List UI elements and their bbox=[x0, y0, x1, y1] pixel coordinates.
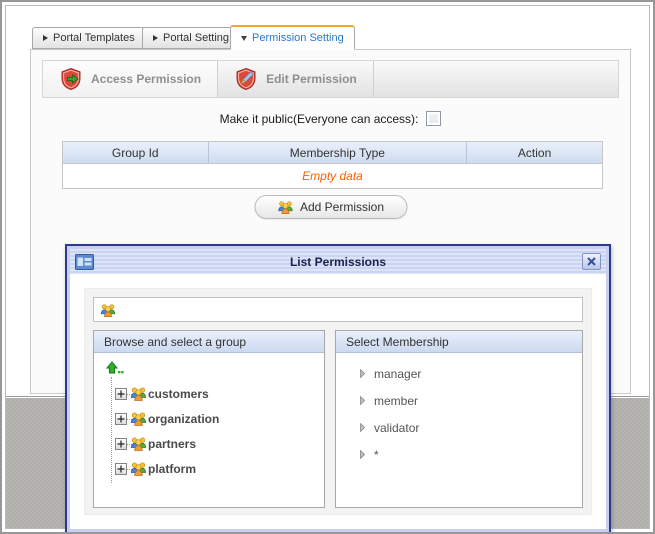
membership-panel-header: Select Membership bbox=[336, 331, 582, 353]
expand-plus-icon[interactable] bbox=[115, 438, 127, 450]
subtab-label: Edit Permission bbox=[266, 72, 357, 86]
add-permission-label: Add Permission bbox=[300, 200, 384, 214]
column-header-membership-type: Membership Type bbox=[209, 142, 468, 163]
permissions-table-header: Group Id Membership Type Action bbox=[63, 142, 602, 164]
group-icon bbox=[277, 199, 293, 215]
tab-arrow-right-icon bbox=[43, 35, 48, 41]
add-permission-button[interactable]: Add Permission bbox=[254, 195, 407, 219]
group-icon bbox=[130, 435, 147, 452]
permission-subtab-bar: Access Permission Edit Permission bbox=[42, 60, 619, 98]
make-public-checkbox[interactable] bbox=[426, 111, 441, 126]
dialog-titlebar[interactable]: List Permissions bbox=[70, 249, 606, 274]
group-icon bbox=[130, 410, 147, 427]
membership-label: manager bbox=[374, 367, 421, 381]
subtab-label: Access Permission bbox=[91, 72, 201, 86]
group-panel-header: Browse and select a group bbox=[94, 331, 324, 353]
tree-item-label: organization bbox=[148, 412, 219, 426]
arrow-right-icon bbox=[360, 369, 365, 378]
group-icon bbox=[130, 385, 147, 402]
empty-data-row: Empty data bbox=[63, 164, 602, 188]
list-permissions-dialog: List Permissions bbox=[65, 244, 611, 534]
make-public-label: Make it public(Everyone can access): bbox=[220, 112, 419, 126]
tab-arrow-down-icon bbox=[241, 36, 247, 41]
group-browse-panel: Browse and select a group bbox=[93, 330, 325, 508]
group-icon bbox=[130, 460, 147, 477]
window-icon bbox=[75, 254, 94, 270]
browser-content-frame: Portal Templates Portal Setting Permissi… bbox=[5, 5, 650, 529]
group-tree: customers bbox=[94, 353, 324, 507]
tree-item-customers[interactable]: customers bbox=[104, 381, 324, 406]
tree-item-label: customers bbox=[148, 387, 209, 401]
tree-item-label: platform bbox=[148, 462, 196, 476]
tab-portal-setting[interactable]: Portal Setting bbox=[142, 27, 240, 49]
membership-list: manager member bbox=[336, 353, 582, 507]
dialog-inner-frame: List Permissions bbox=[67, 246, 609, 532]
expand-plus-icon[interactable] bbox=[115, 388, 127, 400]
group-search-input[interactable] bbox=[122, 302, 576, 318]
membership-item-member[interactable]: member bbox=[346, 388, 582, 413]
membership-item-any[interactable]: * bbox=[346, 442, 582, 467]
membership-label: * bbox=[374, 448, 379, 462]
column-header-action: Action bbox=[467, 142, 602, 163]
group-search-bar[interactable] bbox=[93, 297, 583, 322]
tab-label: Portal Templates bbox=[53, 32, 135, 44]
dialog-columns: Browse and select a group bbox=[93, 330, 583, 508]
up-level-icon[interactable] bbox=[106, 361, 124, 381]
dialog-body: Browse and select a group bbox=[70, 274, 606, 529]
make-public-row: Make it public(Everyone can access): bbox=[31, 111, 630, 126]
tree-item-label: partners bbox=[148, 437, 196, 451]
subtab-bar-filler bbox=[374, 61, 618, 97]
shield-pencil-icon bbox=[234, 67, 258, 91]
tab-permission-setting[interactable]: Permission Setting bbox=[230, 25, 355, 50]
tab-portal-templates[interactable]: Portal Templates bbox=[32, 27, 146, 49]
permissions-table: Group Id Membership Type Action Empty da… bbox=[62, 141, 603, 189]
membership-label: member bbox=[374, 394, 418, 408]
subtab-edit-permission[interactable]: Edit Permission bbox=[218, 61, 374, 97]
group-icon bbox=[100, 302, 116, 318]
tree-item-partners[interactable]: partners bbox=[104, 431, 324, 456]
dialog-title: List Permissions bbox=[94, 255, 582, 269]
dialog-close-button[interactable] bbox=[582, 253, 601, 270]
tab-label: Portal Setting bbox=[163, 32, 229, 44]
arrow-right-icon bbox=[360, 450, 365, 459]
membership-panel: Select Membership manager bbox=[335, 330, 583, 508]
subtab-access-permission[interactable]: Access Permission bbox=[43, 61, 218, 97]
screenshot-root: Portal Templates Portal Setting Permissi… bbox=[0, 0, 655, 534]
tab-label: Permission Setting bbox=[252, 32, 344, 44]
expand-plus-icon[interactable] bbox=[115, 463, 127, 475]
dialog-content-area: Browse and select a group bbox=[84, 288, 592, 515]
column-header-group-id: Group Id bbox=[63, 142, 209, 163]
membership-item-validator[interactable]: validator bbox=[346, 415, 582, 440]
arrow-right-icon bbox=[360, 423, 365, 432]
membership-label: validator bbox=[374, 421, 419, 435]
shield-arrow-icon bbox=[59, 67, 83, 91]
arrow-right-icon bbox=[360, 396, 365, 405]
tab-arrow-right-icon bbox=[153, 35, 158, 41]
tree-item-platform[interactable]: platform bbox=[104, 456, 324, 481]
close-icon bbox=[587, 257, 596, 266]
membership-item-manager[interactable]: manager bbox=[346, 361, 582, 386]
expand-plus-icon[interactable] bbox=[115, 413, 127, 425]
tree-item-organization[interactable]: organization bbox=[104, 406, 324, 431]
